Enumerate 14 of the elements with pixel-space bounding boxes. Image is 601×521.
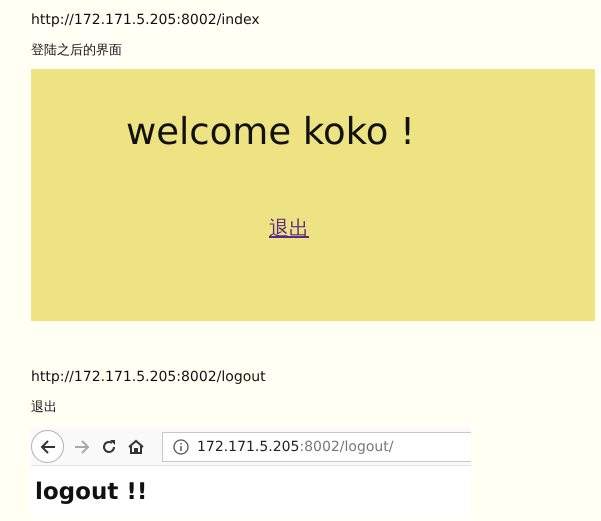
address-text: 172.171.5.205:8002/logout/ <box>197 438 394 454</box>
caption-text: 登陆之后的界面 <box>31 42 122 60</box>
logout-link[interactable]: 退出 <box>269 215 309 241</box>
home-button[interactable] <box>127 438 145 456</box>
reload-button[interactable] <box>100 438 118 456</box>
address-bar[interactable]: 172.171.5.205:8002/logout/ <box>162 432 471 462</box>
welcome-heading: welcome koko ! <box>126 109 415 155</box>
url-text: http://172.171.5.205:8002/logout <box>31 368 266 387</box>
url-text: http://172.171.5.205:8002/index <box>31 11 260 30</box>
logout-heading: logout !! <box>34 478 148 506</box>
back-arrow-icon <box>38 438 56 456</box>
back-button[interactable] <box>31 430 64 463</box>
caption-text: 退出 <box>31 399 57 417</box>
info-icon <box>173 438 189 454</box>
